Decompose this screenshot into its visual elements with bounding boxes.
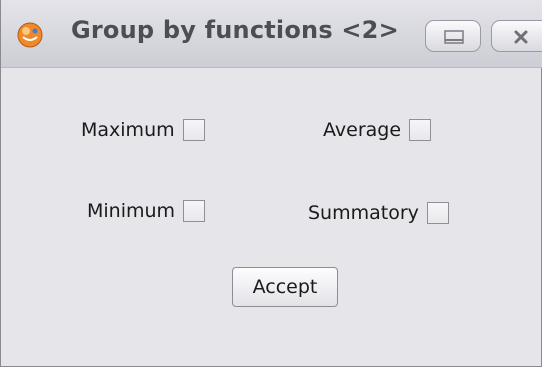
minimum-option[interactable]: Minimum — [87, 200, 206, 222]
maximum-checkbox[interactable] — [182, 119, 205, 141]
app-icon — [17, 22, 43, 48]
average-checkbox[interactable] — [409, 119, 432, 141]
minimize-button[interactable] — [425, 20, 481, 52]
minimum-label: Minimum — [87, 200, 176, 222]
summatory-checkbox[interactable] — [426, 202, 449, 224]
minimum-checkbox[interactable] — [183, 200, 206, 222]
average-option[interactable]: Average — [323, 119, 432, 141]
maximum-option[interactable]: Maximum — [81, 119, 205, 141]
dialog-window: Group by functions <2> Maximum Average M… — [0, 0, 542, 367]
maximum-label: Maximum — [81, 119, 175, 141]
window-title: Group by functions <2> — [71, 16, 399, 44]
summatory-label: Summatory — [308, 202, 419, 224]
average-label: Average — [323, 119, 402, 141]
title-bar[interactable]: Group by functions <2> — [1, 0, 542, 68]
dialog-content: Maximum Average Minimum Summatory Accept — [1, 68, 542, 367]
close-button[interactable] — [491, 20, 542, 52]
summatory-option[interactable]: Summatory — [308, 202, 449, 224]
accept-button[interactable]: Accept — [232, 267, 338, 307]
